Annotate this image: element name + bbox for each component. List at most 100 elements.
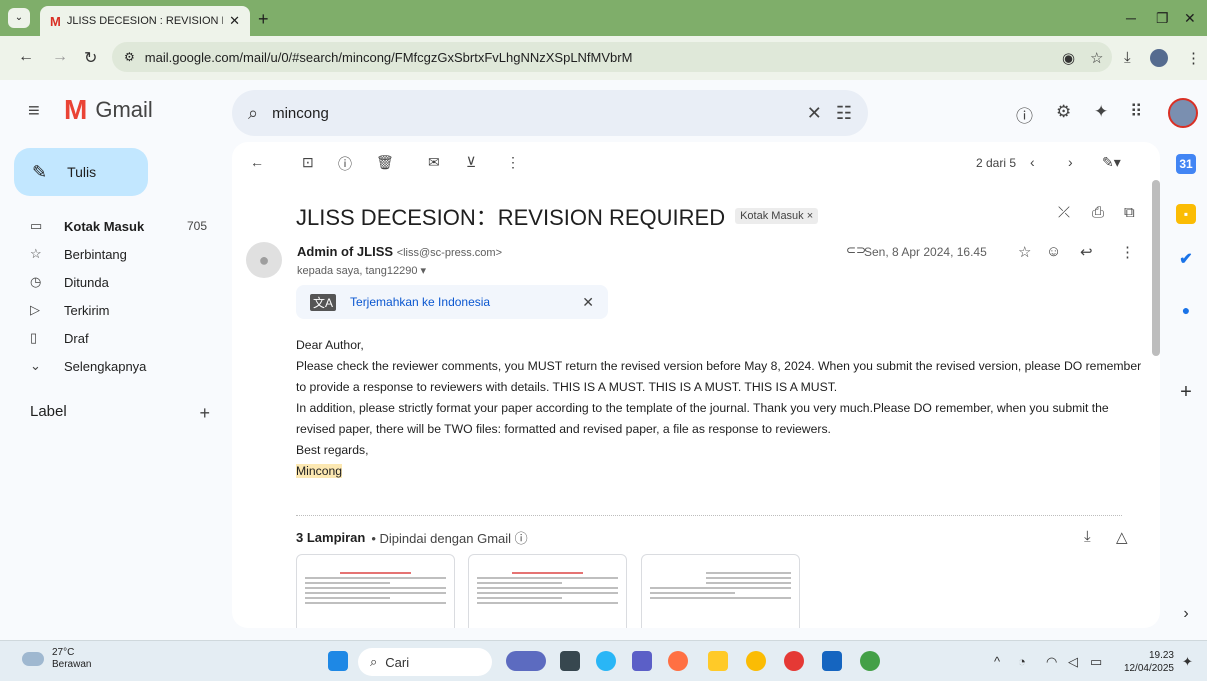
address-bar-row: ← → ↻ ⚙ mail.google.com/mail/u/0/#search… [0,36,1207,80]
sidebar-item-label: Kotak Masuk [64,218,145,234]
more-menu-icon[interactable]: ⋮ [1186,49,1201,67]
add-addon-icon[interactable]: + [1176,382,1196,402]
add-label-button[interactable]: + [199,403,210,424]
attachment-thumbnail[interactable] [296,554,455,628]
search-input[interactable]: mincong [272,105,793,122]
weather-widget[interactable]: 27°C Berawan [22,647,91,671]
taskbar-search[interactable]: ⌕ Cari [358,648,492,676]
older-icon[interactable]: › [1068,154,1073,170]
browser-app-icon[interactable] [784,651,804,671]
close-window-icon[interactable]: ✕ [1184,10,1196,27]
emoji-react-icon[interactable]: ☺ [1046,243,1061,260]
apps-grid-icon[interactable]: ⠿ [1130,102,1142,122]
widgets-icon[interactable] [596,651,616,671]
download-icon[interactable]: ⤓ [1124,49,1131,66]
reload-icon[interactable]: ↻ [84,48,97,68]
settings-gear-icon[interactable]: ⚙ [1056,102,1071,122]
copilot-icon[interactable] [506,651,546,671]
os-taskbar: 27°C Berawan ⌕ Cari ^ ◔ ◠ ◁ ▭ 19.23 12/0… [0,640,1207,681]
archive-icon[interactable]: ⊡ [302,154,314,171]
compose-button[interactable]: ✎ Tulis [14,148,148,196]
star-icon: ☆ [30,246,42,261]
calendar-icon[interactable]: 31 [1176,154,1196,174]
battery-icon[interactable]: ▭ [1090,654,1102,670]
new-tab-button[interactable]: + [258,9,269,30]
translate-icon: 文A [310,293,337,311]
star-message-icon[interactable]: ☆ [1018,243,1031,261]
inbox-label-badge[interactable]: Kotak Masuk × [735,208,819,224]
clear-search-icon[interactable]: ✕ [807,103,822,124]
forward-icon[interactable]: → [52,48,68,66]
sidebar-item-inbox[interactable]: ▭ Kotak Masuk 705 [0,212,225,240]
gmail-logo[interactable]: M Gmail [64,96,153,124]
bookmark-star-icon[interactable]: ☆ [1090,49,1103,67]
sidebar-item-more[interactable]: ⌄ Selengkapnya [0,352,225,380]
search-options-icon[interactable]: ☷ [836,103,852,124]
minimize-icon[interactable]: ─ [1126,10,1136,26]
close-tab-icon[interactable]: ✕ [229,13,240,29]
search-bar[interactable]: ⌕ mincong ✕ ☷ [232,90,868,136]
reply-icon[interactable]: ↩ [1080,243,1093,261]
back-icon[interactable]: ← [18,48,34,66]
chrome-icon[interactable] [746,651,766,671]
sender-avatar[interactable]: ● [246,242,282,278]
search-icon[interactable]: ⌕ [248,103,258,124]
input-tools-icon[interactable]: ✎▾ [1102,154,1121,171]
chrome-active-icon[interactable] [860,651,880,671]
volume-icon[interactable]: ◁ [1068,654,1078,670]
newer-icon[interactable]: ‹ [1030,154,1035,170]
more-message-options-icon[interactable]: ⋮ [1120,243,1135,261]
file-explorer-icon[interactable] [708,651,728,671]
task-view-icon[interactable] [560,651,580,671]
report-spam-icon[interactable]: ⓘ [338,154,352,174]
sender-name[interactable]: Admin of JLISS [297,244,393,259]
system-clock[interactable]: 19.23 12/04/2025 [1114,649,1174,675]
download-all-icon[interactable]: ⤓ [1084,528,1091,545]
teams-icon[interactable] [632,651,652,671]
collapse-all-icon[interactable]: ⤫ [1058,204,1070,221]
translate-link[interactable]: Terjemahkan ke Indonesia [350,295,568,309]
profile-avatar[interactable] [1150,49,1168,67]
mark-unread-icon[interactable]: ✉ [428,154,440,171]
keep-icon[interactable]: ▪ [1176,204,1196,224]
recipients-line[interactable]: kepada saya, tang12290 ▾ [297,264,426,277]
close-translate-icon[interactable]: ✕ [582,294,594,311]
attachment-thumbnail[interactable] [641,554,800,628]
more-actions-icon[interactable]: ⋮ [506,154,520,171]
scrollbar-thumb[interactable] [1152,180,1160,356]
tray-chevron-up-icon[interactable]: ^ [994,654,1000,669]
main-menu-icon[interactable]: ≡ [28,100,40,123]
contacts-icon[interactable]: ● [1176,300,1196,320]
compose-label: Tulis [67,164,97,180]
delete-icon[interactable]: 🗑 [376,154,394,171]
windows-start-icon[interactable] [328,651,348,671]
word-icon[interactable] [822,651,842,671]
tray-app-icon[interactable]: ◔ [1018,654,1026,669]
notification-icon[interactable]: ✦ [1182,654,1193,670]
tab-search-button[interactable]: ⌄ [8,8,30,28]
move-to-icon[interactable]: ⊻ [466,154,476,171]
attachment-thumbnail[interactable] [468,554,627,628]
omnibox[interactable]: ⚙ mail.google.com/mail/u/0/#search/minco… [112,42,1112,72]
url-text[interactable]: mail.google.com/mail/u/0/#search/mincong… [145,50,633,65]
print-icon[interactable]: ⎙ [1092,204,1104,221]
save-to-drive-icon[interactable]: △ [1116,528,1128,546]
browser-tab[interactable]: M JLISS DECESION : REVISION RE ✕ [40,6,250,36]
open-new-window-icon[interactable]: ⧉ [1124,204,1135,221]
firefox-icon[interactable] [668,651,688,671]
account-avatar[interactable] [1168,98,1198,128]
sidebar-item-drafts[interactable]: ▯ Draf [0,324,225,352]
site-info-icon[interactable]: ⚙ [124,50,135,64]
cloud-icon [22,652,44,666]
sidebar-item-sent[interactable]: ▷ Terkirim [0,296,225,324]
wifi-icon[interactable]: ◠ [1046,654,1057,670]
eye-icon[interactable]: ◉ [1062,49,1075,67]
sidebar-item-snoozed[interactable]: ◷ Ditunda [0,268,225,296]
tasks-icon[interactable]: ✔ [1176,250,1196,270]
show-side-panel-icon[interactable]: › [1176,604,1196,624]
gemini-sparkle-icon[interactable]: ✦ [1094,102,1108,122]
sidebar-item-starred[interactable]: ☆ Berbintang [0,240,225,268]
back-to-list-icon[interactable]: ← [250,154,264,170]
restore-icon[interactable]: ❐ [1156,10,1169,27]
help-icon[interactable]: ⓘ [1016,102,1033,127]
